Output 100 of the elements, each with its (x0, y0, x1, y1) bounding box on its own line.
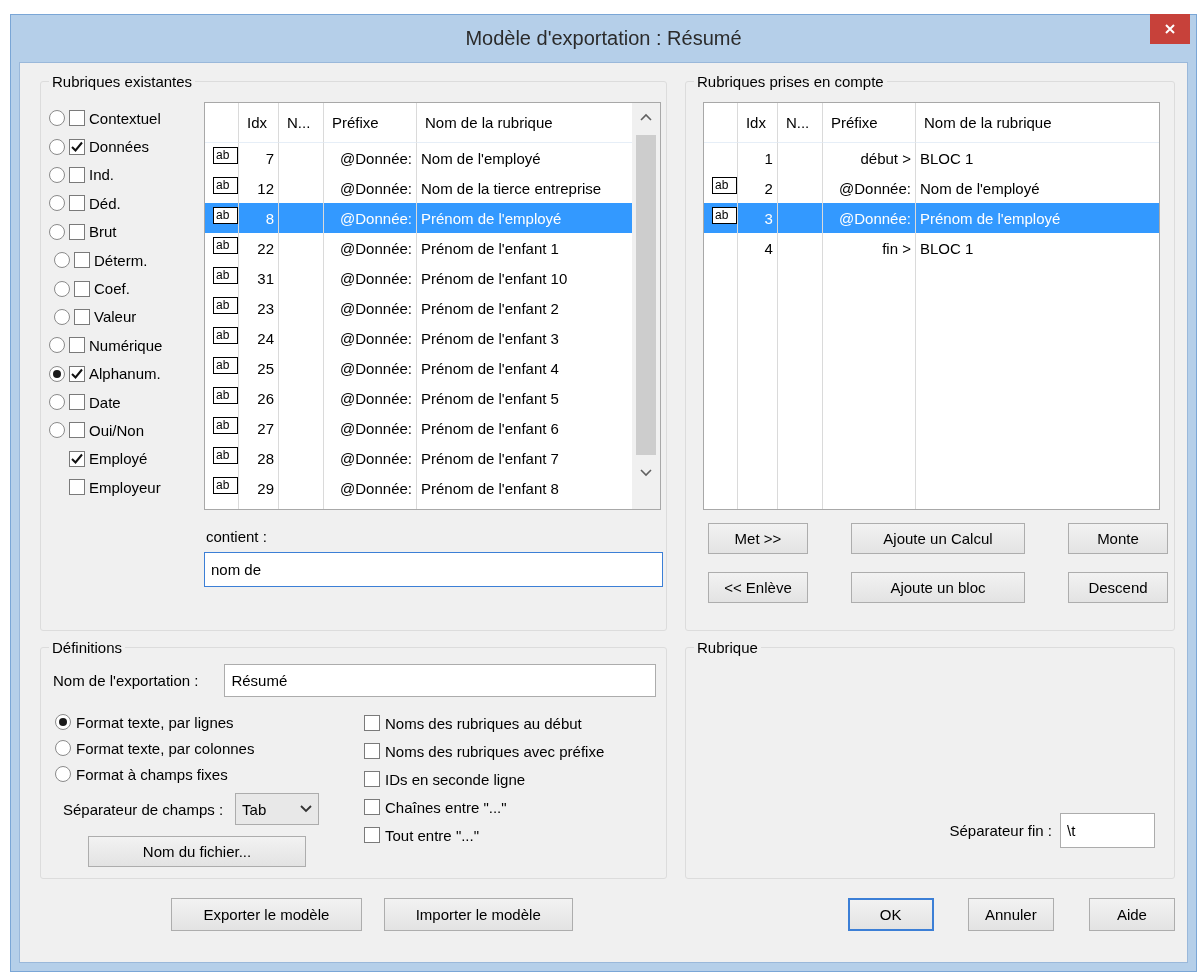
checkbox[interactable] (74, 308, 90, 325)
radio-button[interactable] (49, 365, 65, 382)
dialog-button[interactable]: Aide (1088, 898, 1175, 931)
radio-button[interactable] (49, 138, 65, 155)
table-row[interactable]: ab 29 @Donnée: Prénom de l'enfant 8 (205, 473, 632, 503)
close-button[interactable] (1150, 14, 1190, 44)
radio-button[interactable] (54, 252, 70, 269)
field-label: Séparateur de champs : (63, 800, 224, 818)
checkbox[interactable] (69, 195, 85, 212)
checkbox[interactable] (69, 479, 85, 496)
file-name-button[interactable]: Nom du fichier... (88, 836, 306, 867)
table-row[interactable]: ab 7 @Donnée: Nom de l'employé (205, 143, 632, 173)
table-row[interactable]: ab 27 @Donnée: Prénom de l'enfant 6 (205, 413, 632, 443)
column-header[interactable] (703, 103, 738, 143)
checkbox[interactable] (69, 223, 85, 240)
table-row[interactable]: ab 25 @Donnée: Prénom de l'enfant 4 (205, 353, 632, 383)
checkbox[interactable] (74, 252, 90, 269)
checkbox[interactable] (364, 827, 380, 843)
table-row[interactable]: ab 26 @Donnée: Prénom de l'enfant 5 (205, 383, 632, 413)
dialog-button[interactable]: Exporter le modèle (171, 898, 362, 931)
table-row[interactable]: ab 28 @Donnée: Prénom de l'enfant 7 (205, 443, 632, 473)
checkbox[interactable] (69, 166, 85, 183)
field-type-icon: ab (213, 326, 238, 344)
radio-button[interactable] (49, 422, 65, 439)
scroll-thumb[interactable] (636, 135, 656, 455)
column-header[interactable]: N... (279, 103, 324, 143)
checkbox[interactable] (69, 394, 85, 411)
table-row[interactable]: ab 3 @Donnée: Prénom de l'employé (703, 203, 1159, 233)
radio-button[interactable] (55, 766, 71, 782)
table-row[interactable]: ab 24 @Donnée: Prénom de l'enfant 3 (205, 323, 632, 353)
radio-button[interactable] (54, 280, 70, 297)
end-separator-field[interactable]: \t (1060, 813, 1155, 848)
checkbox[interactable] (364, 771, 380, 787)
table-row[interactable]: ab 22 @Donnée: Prénom de l'enfant 1 (205, 233, 632, 263)
table-row[interactable]: 4 fin > BLOC 1 (703, 233, 1159, 263)
group-title: Rubriques prises en compte (695, 73, 885, 90)
radio-button[interactable] (54, 308, 70, 325)
table-cell: @Donnée: (340, 269, 412, 287)
checkbox[interactable] (69, 138, 85, 155)
scrollbar[interactable] (632, 103, 660, 509)
dialog-button[interactable]: Annuler (967, 898, 1054, 931)
table-row[interactable]: ab 8 @Donnée: Prénom de l'employé (205, 203, 632, 233)
action-button[interactable]: Ajoute un bloc (850, 572, 1025, 603)
filter-label: Numérique (89, 336, 163, 354)
action-button[interactable]: Descend (1068, 572, 1168, 603)
scroll-down-icon[interactable] (640, 469, 652, 477)
checkbox[interactable] (364, 799, 380, 815)
checkbox[interactable] (74, 280, 90, 297)
radio-button[interactable] (49, 337, 65, 354)
dialog-button[interactable]: OK (847, 898, 934, 931)
filter-label: Données (89, 138, 150, 156)
radio-button[interactable] (55, 714, 71, 730)
checkbox[interactable] (69, 450, 85, 467)
radio-button[interactable] (49, 195, 65, 212)
action-button[interactable]: Monte (1068, 523, 1168, 554)
checkbox[interactable] (364, 715, 380, 731)
option-label: Format texte, par lignes (76, 713, 234, 731)
radio-button[interactable] (49, 166, 65, 183)
table-cell: 12 (257, 179, 274, 197)
column-header[interactable]: N... (777, 103, 823, 143)
table-cell: début > (860, 149, 911, 167)
radio-button[interactable] (49, 110, 65, 127)
table-row[interactable]: ab 23 @Donnée: Prénom de l'enfant 2 (205, 293, 632, 323)
column-header[interactable]: Idx (239, 103, 279, 143)
action-button[interactable]: Ajoute un Calcul (850, 523, 1025, 554)
table-row[interactable]: ab 31 @Donnée: Prénom de l'enfant 10 (205, 263, 632, 293)
checkbox[interactable] (69, 337, 85, 354)
column-header[interactable]: Préfixe (324, 103, 417, 143)
action-button[interactable]: << Enlève (707, 572, 808, 603)
table-cell: BLOC 1 (919, 239, 974, 257)
dialog-button[interactable]: Importer le modèle (383, 898, 573, 931)
table-row[interactable]: 1 début > BLOC 1 (703, 143, 1159, 173)
column-header[interactable]: Préfixe (822, 103, 916, 143)
checkbox[interactable] (69, 365, 85, 382)
table-cell: 7 (265, 149, 274, 167)
checkbox[interactable] (69, 422, 85, 439)
column-header[interactable]: Nom de la rubrique (915, 103, 1159, 143)
column-header[interactable]: Idx (737, 103, 778, 143)
option-label: Chaînes entre "..." (385, 798, 507, 816)
window-title: Modèle d'exportation : Résumé (465, 27, 742, 50)
search-field[interactable]: nom de (204, 552, 663, 587)
table-cell: @Donnée: (839, 209, 911, 227)
filter-label: Date (89, 393, 121, 411)
checkbox[interactable] (364, 743, 380, 759)
separator-dropdown[interactable]: Tab (235, 793, 320, 825)
radio-button[interactable] (55, 740, 71, 756)
action-button[interactable]: Met >> (707, 523, 808, 554)
radio-button[interactable] (49, 394, 65, 411)
table-cell: Prénom de l'enfant 3 (421, 329, 559, 347)
option-label: Tout entre "..." (385, 826, 480, 844)
table-cell: @Donnée: (340, 449, 412, 467)
export-name-field[interactable]: Résumé (224, 664, 657, 697)
field-type-icon: ab (213, 176, 238, 194)
table-cell: 27 (257, 419, 274, 437)
scroll-up-icon[interactable] (640, 113, 652, 121)
radio-button[interactable] (49, 223, 65, 240)
filter-label: Valeur (94, 308, 137, 326)
checkbox[interactable] (69, 110, 85, 127)
table-cell: Prénom de l'enfant 2 (421, 299, 559, 317)
filter-label: Coef. (94, 280, 130, 298)
